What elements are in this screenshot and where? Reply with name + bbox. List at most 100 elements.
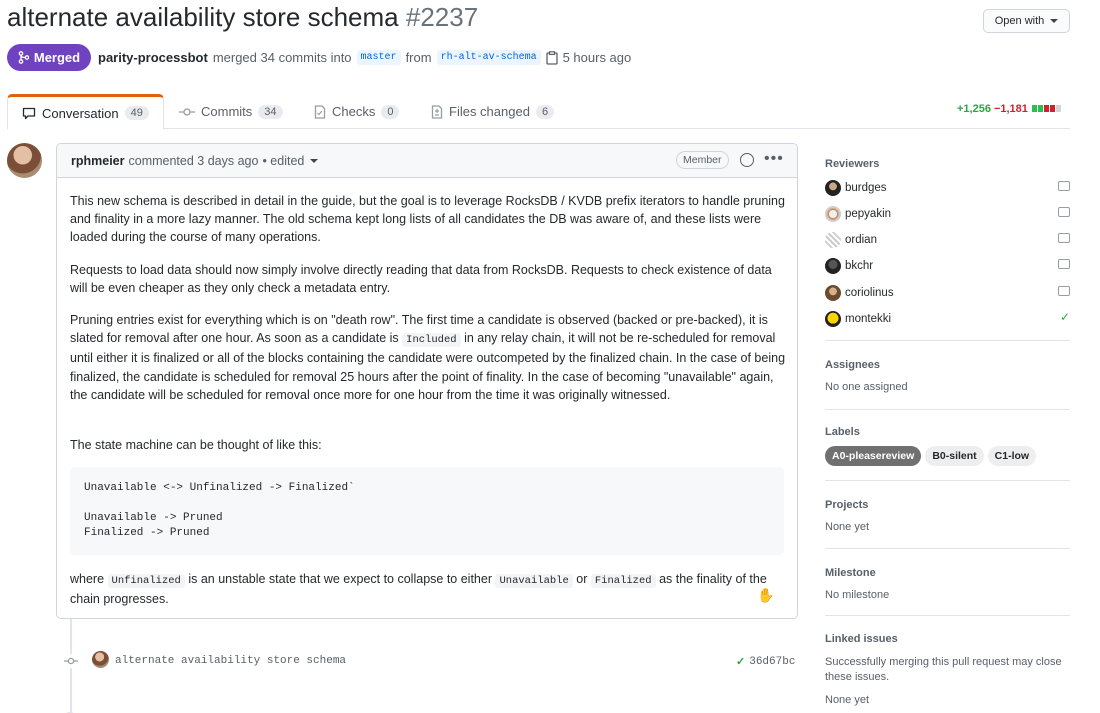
merged-badge-label: Merged xyxy=(33,50,81,65)
avatar[interactable] xyxy=(7,143,42,178)
tab-label: Checks xyxy=(332,104,376,119)
text-span: is an unstable state that we expect to c… xyxy=(188,572,492,586)
linked-issues-section: Linked issues Successfully merging this … xyxy=(825,616,1070,706)
avatar xyxy=(825,285,841,301)
avatar xyxy=(825,232,841,248)
merge-author-link[interactable]: parity-processbot xyxy=(98,50,208,65)
pr-title-text: alternate availability store schema xyxy=(7,2,399,32)
assignees-value: No one assigned xyxy=(825,381,908,393)
comment-icon xyxy=(1058,233,1070,243)
reviewer-item[interactable]: pepyakin xyxy=(825,205,1070,223)
tab-files-changed[interactable]: Files changed 6 xyxy=(417,94,568,129)
open-with-label: Open with xyxy=(994,15,1045,27)
code-block: Unavailable <-> Unfinalized -> Finalized… xyxy=(70,467,784,555)
base-branch[interactable]: master xyxy=(356,50,401,65)
diffstat-additions: +1,256 xyxy=(957,103,991,115)
commit-message-link[interactable]: alternate availability store schema xyxy=(115,655,346,667)
label-badge[interactable]: C1-low xyxy=(987,446,1037,466)
projects-section: Projects None yet xyxy=(825,481,1070,549)
milestone-section: Milestone No milestone xyxy=(825,549,1070,616)
comment-paragraph: Pruning entries exist for everything whi… xyxy=(70,311,786,404)
tab-commits[interactable]: Commits 34 xyxy=(165,94,297,129)
from-text: from xyxy=(405,50,432,65)
reviewers-title[interactable]: Reviewers xyxy=(825,158,1070,170)
avatar xyxy=(825,180,841,196)
avatar xyxy=(825,206,841,222)
assignees-section: Assignees No one assigned xyxy=(825,341,1070,410)
tab-label: Commits xyxy=(201,104,253,119)
comment-paragraph: Requests to load data should now simply … xyxy=(70,263,772,296)
member-badge: Member xyxy=(676,151,729,169)
reviewer-name: bkchr xyxy=(845,260,874,272)
avatar xyxy=(825,311,841,327)
tab-checks[interactable]: Checks 0 xyxy=(300,94,413,129)
tab-count: 0 xyxy=(381,104,400,119)
comment-icon xyxy=(1058,259,1070,269)
comment-icon xyxy=(1058,286,1070,296)
kebab-horizontal-icon[interactable]: ••• xyxy=(764,151,784,167)
reviewer-item[interactable]: coriolinus xyxy=(825,284,1070,302)
reviewer-name: coriolinus xyxy=(845,287,894,299)
clipboard-icon[interactable] xyxy=(545,50,558,65)
comment-icon xyxy=(1058,181,1070,191)
comment-time[interactable]: commented 3 days ago xyxy=(129,154,259,168)
head-branch[interactable]: rh-alt-av-schema xyxy=(436,50,541,65)
avatar[interactable] xyxy=(92,651,109,668)
chevron-down-icon[interactable] xyxy=(310,158,319,163)
comment-box: rphmeier commented 3 days ago • edited M… xyxy=(56,143,798,619)
comment-paragraph: The state machine can be thought of like… xyxy=(70,438,322,452)
text-span: or xyxy=(576,572,588,586)
tab-label: Files changed xyxy=(449,104,530,119)
tab-label: Conversation xyxy=(42,105,119,121)
pr-number: #2237 xyxy=(405,2,479,32)
label-badge[interactable]: B0-silent xyxy=(925,446,984,466)
assignees-title[interactable]: Assignees xyxy=(825,359,1070,371)
comment-icon xyxy=(1058,207,1070,217)
pr-title: alternate availability store schema #223… xyxy=(7,2,478,33)
tab-count: 49 xyxy=(124,106,149,120)
commit-sha-text: 36d67bc xyxy=(749,656,796,668)
reviewer-item[interactable]: montekki ✓ xyxy=(825,310,1070,328)
reviewer-name: montekki xyxy=(845,313,892,325)
linked-issues-value: None yet xyxy=(825,694,870,706)
milestone-title[interactable]: Milestone xyxy=(825,567,1070,579)
checklist-icon xyxy=(314,104,326,119)
reviewer-name: pepyakin xyxy=(845,208,892,220)
open-with-button[interactable]: Open with xyxy=(983,9,1070,33)
tab-conversation[interactable]: Conversation 49 xyxy=(7,94,164,130)
labels-title[interactable]: Labels xyxy=(825,426,1070,438)
diffstat-deletions: −1,181 xyxy=(993,103,1028,115)
reviewer-item[interactable]: burdges xyxy=(825,179,1070,197)
merge-time: 5 hours ago xyxy=(562,50,632,65)
projects-value: None yet xyxy=(825,521,870,533)
comment-author[interactable]: rphmeier xyxy=(71,154,125,168)
git-commit-icon xyxy=(179,107,195,116)
label-badge[interactable]: A0-pleasereview xyxy=(825,446,922,466)
reviewer-item[interactable]: ordian xyxy=(825,231,1070,249)
smiley-icon[interactable] xyxy=(740,153,754,167)
diffstat[interactable]: +1,256 −1,181 xyxy=(957,103,1061,115)
reviewers-section: Reviewers burdges pepyakin ordian bkchr … xyxy=(825,150,1070,341)
commit-sha[interactable]: ✓ 36d67bc xyxy=(736,655,795,669)
hand-cursor-icon: ✋ xyxy=(757,587,775,603)
tab-count: 6 xyxy=(535,104,555,119)
reviewer-item[interactable]: bkchr xyxy=(825,257,1070,275)
linked-issues-title[interactable]: Linked issues xyxy=(825,633,1070,645)
tab-count: 34 xyxy=(258,104,283,119)
projects-title[interactable]: Projects xyxy=(825,499,1070,511)
avatar xyxy=(825,258,841,274)
milestone-value: No milestone xyxy=(825,589,890,601)
comment-paragraph: where Unfinalized is an unstable state t… xyxy=(70,570,786,608)
inline-code: Unavailable xyxy=(495,574,573,588)
comment-icon xyxy=(22,107,36,119)
diffstat-bar xyxy=(1031,103,1061,115)
merged-status-badge: Merged xyxy=(7,44,91,71)
file-diff-icon xyxy=(431,104,443,119)
edited-dropdown[interactable]: • edited xyxy=(262,154,304,168)
git-commit-icon xyxy=(64,654,78,668)
git-merge-icon xyxy=(18,51,29,64)
pr-tabs: Conversation 49 Commits 34 Checks 0 File… xyxy=(7,94,1070,130)
chevron-down-icon xyxy=(1050,19,1059,23)
labels-list: A0-pleasereview B0-silent C1-low xyxy=(825,446,1070,466)
text-span: where xyxy=(70,572,105,586)
